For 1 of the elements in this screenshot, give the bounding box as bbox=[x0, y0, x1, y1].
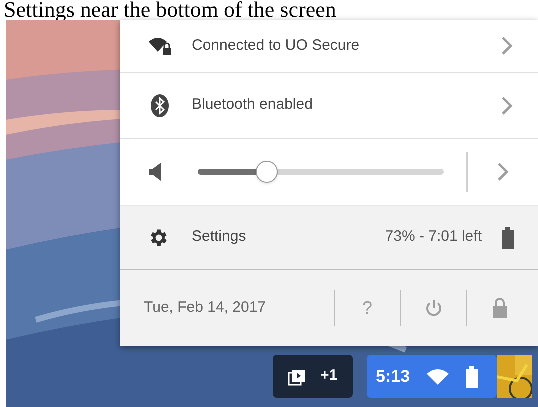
caption: Settings near the bottom of the screen bbox=[3, 0, 338, 20]
